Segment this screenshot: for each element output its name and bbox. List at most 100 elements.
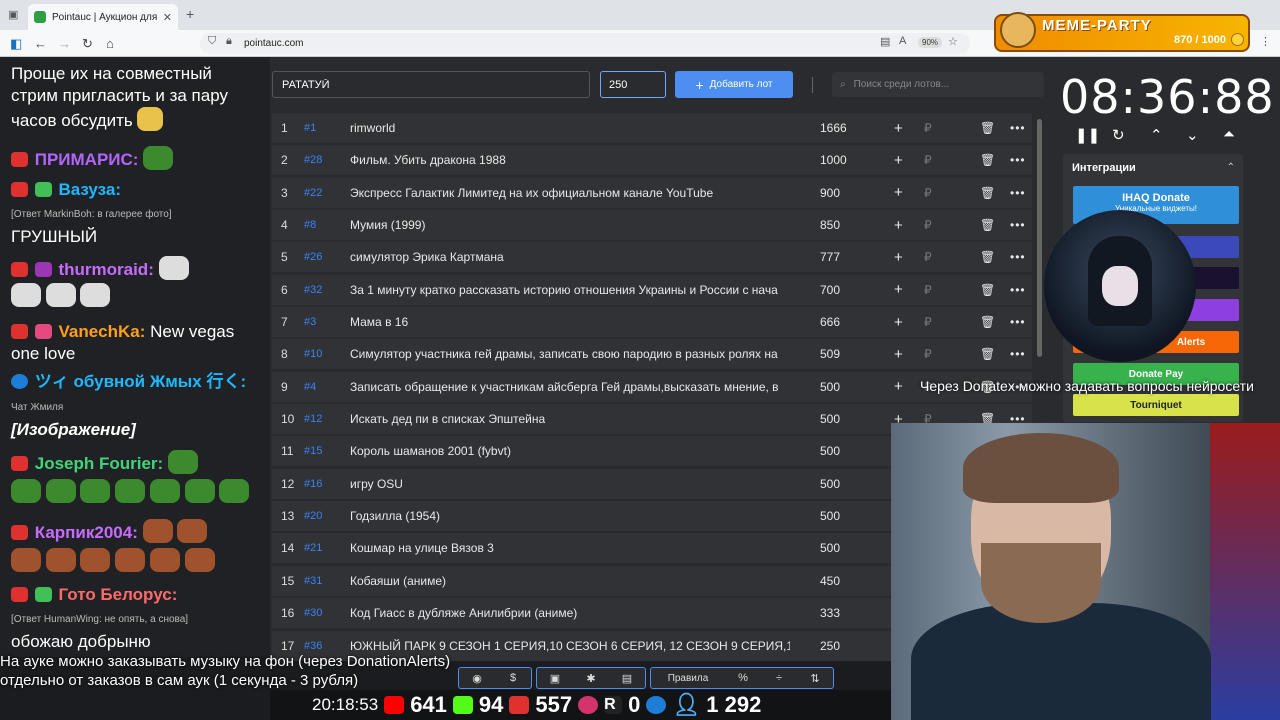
ruble-icon[interactable]: ₽ xyxy=(924,186,932,200)
tab-actions-icon[interactable]: ▣ xyxy=(8,8,18,21)
more-options-icon[interactable]: ••• xyxy=(1010,347,1026,361)
delete-icon[interactable]: 🗑︎ xyxy=(980,186,995,200)
lot-id[interactable]: #10 xyxy=(304,348,350,360)
lot-id[interactable]: #36 xyxy=(304,640,350,652)
sidebar-icon[interactable]: ◧ xyxy=(10,36,22,52)
more-options-icon[interactable]: ••• xyxy=(1010,315,1026,329)
lot-name[interactable]: rimworld xyxy=(350,121,790,135)
more-options-icon[interactable]: ••• xyxy=(1010,218,1026,232)
lot-row[interactable]: 7 #3 Мама в 16 666 + ₽ 🗑︎ ••• xyxy=(272,307,1032,338)
lot-id[interactable]: #31 xyxy=(304,575,350,587)
lot-id[interactable]: #1 xyxy=(304,122,350,134)
add-amount-icon[interactable]: + xyxy=(894,152,903,169)
lot-name[interactable]: Король шаманов 2001 (fybvt) xyxy=(350,444,790,458)
lot-amount-input[interactable] xyxy=(600,71,666,98)
add-lot-button[interactable]: + Добавить лот xyxy=(675,71,793,98)
lot-name[interactable]: Фильм. Убить дракона 1988 xyxy=(350,153,790,167)
delete-icon[interactable]: 🗑︎ xyxy=(980,153,995,167)
add-amount-icon[interactable]: + xyxy=(894,120,903,137)
lot-name[interactable]: Мама в 16 xyxy=(350,315,790,329)
rules-button[interactable]: Правила xyxy=(651,668,725,688)
lot-id[interactable]: #21 xyxy=(304,542,350,554)
translate-icon[interactable]: A xyxy=(899,35,906,47)
collapse-icon[interactable]: ⌃ xyxy=(1227,162,1235,173)
menu-icon[interactable]: ⋮ xyxy=(1260,35,1271,48)
add-amount-icon[interactable]: + xyxy=(894,314,903,331)
add-amount-icon[interactable]: + xyxy=(894,184,903,201)
lot-id[interactable]: #15 xyxy=(304,445,350,457)
home-icon[interactable]: ⌂ xyxy=(106,36,114,51)
lot-id[interactable]: #22 xyxy=(304,187,350,199)
more-options-icon[interactable]: ••• xyxy=(1010,186,1026,200)
tourniquet-button[interactable]: Tourniquet xyxy=(1073,394,1239,416)
github-icon[interactable]: ◉ xyxy=(459,668,495,688)
lot-name[interactable]: Мумия (1999) xyxy=(350,218,790,232)
lot-id[interactable]: #4 xyxy=(304,381,350,393)
lot-id[interactable]: #12 xyxy=(304,413,350,425)
lot-id[interactable]: #28 xyxy=(304,154,350,166)
lot-id[interactable]: #16 xyxy=(304,478,350,490)
ruble-icon[interactable]: ₽ xyxy=(924,153,932,167)
reload-icon[interactable]: ↻ xyxy=(82,36,93,52)
ruble-icon[interactable]: ₽ xyxy=(924,315,932,329)
tracking-protection-icon[interactable]: ⛉ xyxy=(208,35,216,48)
add-amount-icon[interactable]: + xyxy=(894,346,903,363)
lot-name[interactable]: ЮЖНЫЙ ПАРК 9 СЕЗОН 1 СЕРИЯ,10 СЕЗОН 6 СЕ… xyxy=(350,639,790,653)
more-options-icon[interactable]: ••• xyxy=(1010,250,1026,264)
lot-list-scrollbar[interactable] xyxy=(1037,119,1042,357)
lot-id[interactable]: #20 xyxy=(304,510,350,522)
bug-icon[interactable]: ✱ xyxy=(573,668,609,688)
back-icon[interactable]: ← xyxy=(34,36,47,51)
add-amount-icon[interactable]: + xyxy=(894,281,903,298)
reset-icon[interactable]: ↻ xyxy=(1112,126,1125,144)
url-field[interactable]: pointauc.com xyxy=(200,33,970,54)
delete-icon[interactable]: 🗑︎ xyxy=(980,250,995,264)
ruble-icon[interactable]: ₽ xyxy=(924,121,932,135)
ruble-icon[interactable]: ₽ xyxy=(924,250,932,264)
chevron-up-icon[interactable]: ⌃ xyxy=(1150,126,1163,144)
ruble-icon[interactable]: ₽ xyxy=(924,347,932,361)
lot-name-input[interactable] xyxy=(272,71,590,98)
lot-name[interactable]: За 1 минуту кратко рассказать историю от… xyxy=(350,283,790,297)
zoom-level[interactable]: 90% xyxy=(918,37,943,48)
lot-row[interactable]: 8 #10 Симулятор участника гей драмы, запис… xyxy=(272,339,1032,370)
lot-id[interactable]: #30 xyxy=(304,607,350,619)
more-options-icon[interactable]: ••• xyxy=(1010,283,1026,297)
lot-row[interactable]: 1 #1 rimworld 1666 + ₽ 🗑︎ ••• xyxy=(272,113,1032,143)
lot-id[interactable]: #8 xyxy=(304,219,350,231)
lot-id[interactable]: #26 xyxy=(304,251,350,263)
lot-row[interactable]: 9 #4 Записать обращение к участникам айсбе… xyxy=(272,371,1032,402)
lot-search-input[interactable]: ⌕ Поиск среди лотов... xyxy=(832,72,1044,97)
clear-icon[interactable]: ▤ xyxy=(609,668,645,688)
delete-icon[interactable]: 🗑︎ xyxy=(980,218,995,232)
ruble-icon[interactable]: ₽ xyxy=(924,218,932,232)
lot-name[interactable]: Экспресс Галактик Лимитед на их официаль… xyxy=(350,186,790,200)
delete-icon[interactable]: 🗑︎ xyxy=(980,283,995,297)
lot-name[interactable]: Кобаяши (аниме) xyxy=(350,574,790,588)
dollar-icon[interactable]: $ xyxy=(495,668,531,688)
save-icon[interactable]: ▣ xyxy=(537,668,573,688)
delete-icon[interactable]: 🗑︎ xyxy=(980,315,995,329)
reader-view-icon[interactable]: ▤ xyxy=(880,35,890,48)
lot-name[interactable]: Записать обращение к участникам айсберга… xyxy=(350,380,790,394)
lot-row[interactable]: 4 #8 Мумия (1999) 850 + ₽ 🗑︎ ••• xyxy=(272,210,1032,241)
close-tab-icon[interactable]: ✕ xyxy=(163,11,172,24)
new-tab-icon[interactable]: + xyxy=(186,6,194,22)
lot-name[interactable]: Искать дед пи в списках Эпштейна xyxy=(350,412,790,426)
lot-name[interactable]: игру OSU xyxy=(350,477,790,491)
lot-row[interactable]: 3 #22 Экспресс Галактик Лимитед на их офиц… xyxy=(272,177,1032,208)
more-options-icon[interactable]: ••• xyxy=(1010,153,1026,167)
lot-row[interactable]: 6 #32 За 1 минуту кратко рассказать истори… xyxy=(272,274,1032,305)
lot-name[interactable]: Код Гиасс в дубляже Анилибрии (аниме) xyxy=(350,606,790,620)
lot-id[interactable]: #3 xyxy=(304,316,350,328)
delete-icon[interactable]: 🗑︎ xyxy=(980,121,995,135)
sort-icon[interactable]: ⇅ xyxy=(797,668,833,688)
lot-name[interactable]: симулятор Эрика Картмана xyxy=(350,250,790,264)
pause-icon[interactable]: ❚❚ xyxy=(1075,126,1100,144)
forward-icon[interactable]: → xyxy=(58,36,71,51)
add-amount-icon[interactable]: + xyxy=(894,217,903,234)
bookmark-star-icon[interactable]: ☆ xyxy=(948,35,958,48)
ruble-icon[interactable]: ₽ xyxy=(924,283,932,297)
lot-name[interactable]: Симулятор участника гей драмы, записать … xyxy=(350,347,790,361)
lot-row[interactable]: 2 #28 Фильм. Убить дракона 1988 1000 + ₽ 🗑︎ ••• xyxy=(272,145,1032,176)
